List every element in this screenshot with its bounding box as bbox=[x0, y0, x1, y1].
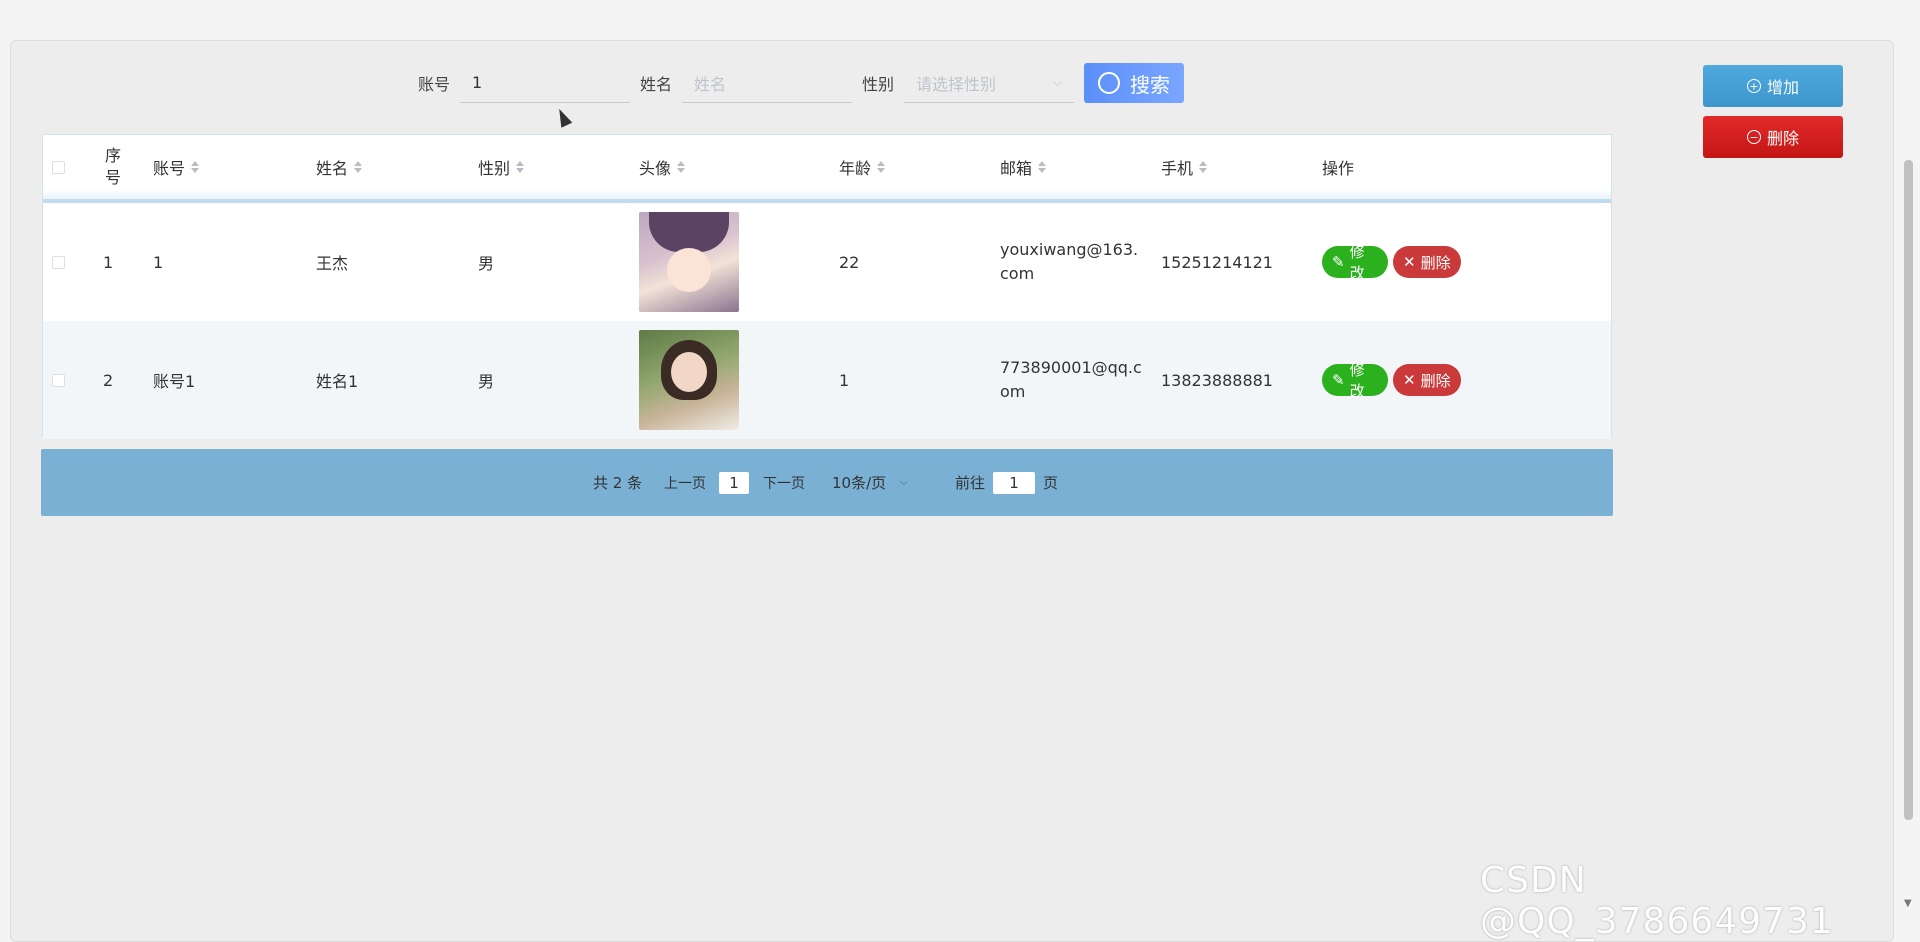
prev-page-button[interactable]: 上一页 bbox=[664, 449, 706, 516]
edit-button[interactable]: ✎ 修改 bbox=[1322, 361, 1388, 400]
cell-gender: 男 bbox=[478, 254, 495, 273]
cell-account: 1 bbox=[153, 252, 164, 272]
search-bar: 账号 1 姓名 姓名 性别 请选择性别 ⌵ 搜索 bbox=[418, 62, 1185, 104]
close-icon: ✕ bbox=[1403, 371, 1416, 389]
header-index-label: 序号 bbox=[104, 146, 121, 187]
gender-select[interactable]: 请选择性别 ⌵ bbox=[904, 63, 1075, 103]
cell-email: youxiwang@163.com bbox=[1000, 240, 1139, 283]
page-size-value: 10条/页 bbox=[832, 474, 887, 492]
header-ops: 操作 bbox=[1322, 135, 1354, 199]
sort-icon[interactable] bbox=[191, 160, 200, 174]
header-name[interactable]: 姓名 bbox=[316, 135, 363, 199]
cell-age: 22 bbox=[839, 252, 860, 272]
sort-icon[interactable] bbox=[1199, 160, 1208, 174]
cell-name: 姓名1 bbox=[316, 372, 359, 391]
cell-index: 2 bbox=[103, 370, 114, 390]
row-delete-button-label: 删除 bbox=[1420, 371, 1451, 390]
row-delete-button[interactable]: ✕ 删除 bbox=[1393, 246, 1461, 278]
sort-icon[interactable] bbox=[1038, 160, 1047, 174]
header-account-label: 账号 bbox=[153, 159, 186, 178]
row-checkbox[interactable] bbox=[52, 373, 65, 387]
select-all-checkbox[interactable] bbox=[52, 160, 65, 174]
search-icon bbox=[1098, 72, 1121, 94]
header-email-label: 邮箱 bbox=[1000, 159, 1033, 178]
edit-button[interactable]: ✎ 修改 bbox=[1322, 243, 1388, 282]
goto-input[interactable]: 1 bbox=[993, 471, 1035, 494]
name-input-placeholder: 姓名 bbox=[694, 74, 727, 94]
gender-select-placeholder: 请选择性别 bbox=[916, 74, 997, 94]
header-avatar[interactable]: 头像 bbox=[639, 135, 686, 199]
plus-circle-icon: + bbox=[1746, 79, 1761, 93]
account-input[interactable]: 1 bbox=[460, 63, 631, 103]
data-table: 序号 账号 姓名 性别 头像 年龄 邮箱 手机 操作 1 1 王杰 男 22 y… bbox=[42, 134, 1612, 439]
header-name-label: 姓名 bbox=[316, 159, 349, 178]
header-index: 序号 bbox=[103, 135, 123, 199]
page-size-select[interactable]: 10条/页 ⌵ bbox=[832, 449, 908, 516]
header-age[interactable]: 年龄 bbox=[839, 135, 886, 199]
row-checkbox[interactable] bbox=[52, 255, 65, 269]
avatar-image[interactable] bbox=[639, 330, 739, 430]
sort-icon[interactable] bbox=[877, 160, 886, 174]
select-all-cell bbox=[52, 135, 65, 199]
edit-button-label: 修改 bbox=[1349, 361, 1365, 400]
table-row: 1 1 王杰 男 22 youxiwang@163.com 1525121412… bbox=[43, 203, 1611, 321]
name-label: 姓名 bbox=[640, 75, 673, 94]
header-phone-label: 手机 bbox=[1161, 159, 1194, 178]
table-row: 2 账号1 姓名1 男 1 773890001@qq.com 138238888… bbox=[43, 321, 1611, 439]
sort-icon[interactable] bbox=[354, 160, 363, 174]
header-gender[interactable]: 性别 bbox=[478, 135, 525, 199]
close-icon: ✕ bbox=[1403, 253, 1416, 271]
search-button[interactable]: 搜索 bbox=[1084, 63, 1185, 103]
cell-gender: 男 bbox=[478, 372, 495, 391]
cell-account: 账号1 bbox=[153, 372, 196, 391]
sort-icon[interactable] bbox=[516, 160, 525, 174]
add-button-label: 增加 bbox=[1766, 78, 1799, 97]
pencil-icon: ✎ bbox=[1332, 371, 1345, 389]
account-label: 账号 bbox=[418, 75, 451, 94]
header-ops-label: 操作 bbox=[1322, 159, 1355, 178]
current-page[interactable]: 1 bbox=[719, 471, 749, 494]
account-input-value: 1 bbox=[472, 73, 483, 92]
pencil-icon: ✎ bbox=[1332, 253, 1345, 271]
avatar-image[interactable] bbox=[639, 212, 739, 312]
page-suffix: 页 bbox=[1043, 474, 1059, 492]
delete-button-label: 删除 bbox=[1766, 129, 1799, 148]
search-button-label: 搜索 bbox=[1130, 72, 1171, 97]
vertical-scrollbar[interactable] bbox=[1904, 160, 1913, 820]
header-email[interactable]: 邮箱 bbox=[1000, 135, 1047, 199]
pagination: 共 2 条 上一页 1 下一页 10条/页 ⌵ 前往 1 页 bbox=[41, 449, 1613, 516]
goto-label: 前往 bbox=[955, 474, 986, 492]
pagination-total: 共 2 条 bbox=[593, 474, 643, 492]
table-header: 序号 账号 姓名 性别 头像 年龄 邮箱 手机 操作 bbox=[43, 135, 1611, 203]
delete-button[interactable]: − 删除 bbox=[1703, 116, 1843, 158]
chevron-down-icon: ⌵ bbox=[900, 477, 908, 488]
sort-icon[interactable] bbox=[677, 160, 686, 174]
minus-circle-icon: − bbox=[1746, 130, 1761, 144]
cell-phone: 13823888881 bbox=[1161, 370, 1273, 390]
gender-label: 性别 bbox=[862, 75, 895, 94]
next-page-button[interactable]: 下一页 bbox=[763, 449, 805, 516]
header-avatar-label: 头像 bbox=[639, 159, 672, 178]
cell-name: 王杰 bbox=[316, 254, 349, 273]
header-gender-label: 性别 bbox=[478, 159, 511, 178]
row-delete-button[interactable]: ✕ 删除 bbox=[1393, 364, 1461, 396]
cell-age: 1 bbox=[839, 370, 850, 390]
row-delete-button-label: 删除 bbox=[1420, 253, 1451, 272]
watermark: CSDN @QQ_3786649731 bbox=[1480, 860, 1834, 942]
name-input[interactable]: 姓名 bbox=[682, 63, 853, 103]
cell-index: 1 bbox=[103, 252, 114, 272]
header-account[interactable]: 账号 bbox=[153, 135, 200, 199]
edit-button-label: 修改 bbox=[1349, 243, 1365, 282]
add-button[interactable]: + 增加 bbox=[1703, 65, 1843, 107]
header-age-label: 年龄 bbox=[839, 159, 872, 178]
chevron-down-icon: ⌵ bbox=[1052, 75, 1063, 89]
cell-email: 773890001@qq.com bbox=[1000, 358, 1142, 401]
cell-phone: 15251214121 bbox=[1161, 252, 1273, 272]
header-phone[interactable]: 手机 bbox=[1161, 135, 1208, 199]
